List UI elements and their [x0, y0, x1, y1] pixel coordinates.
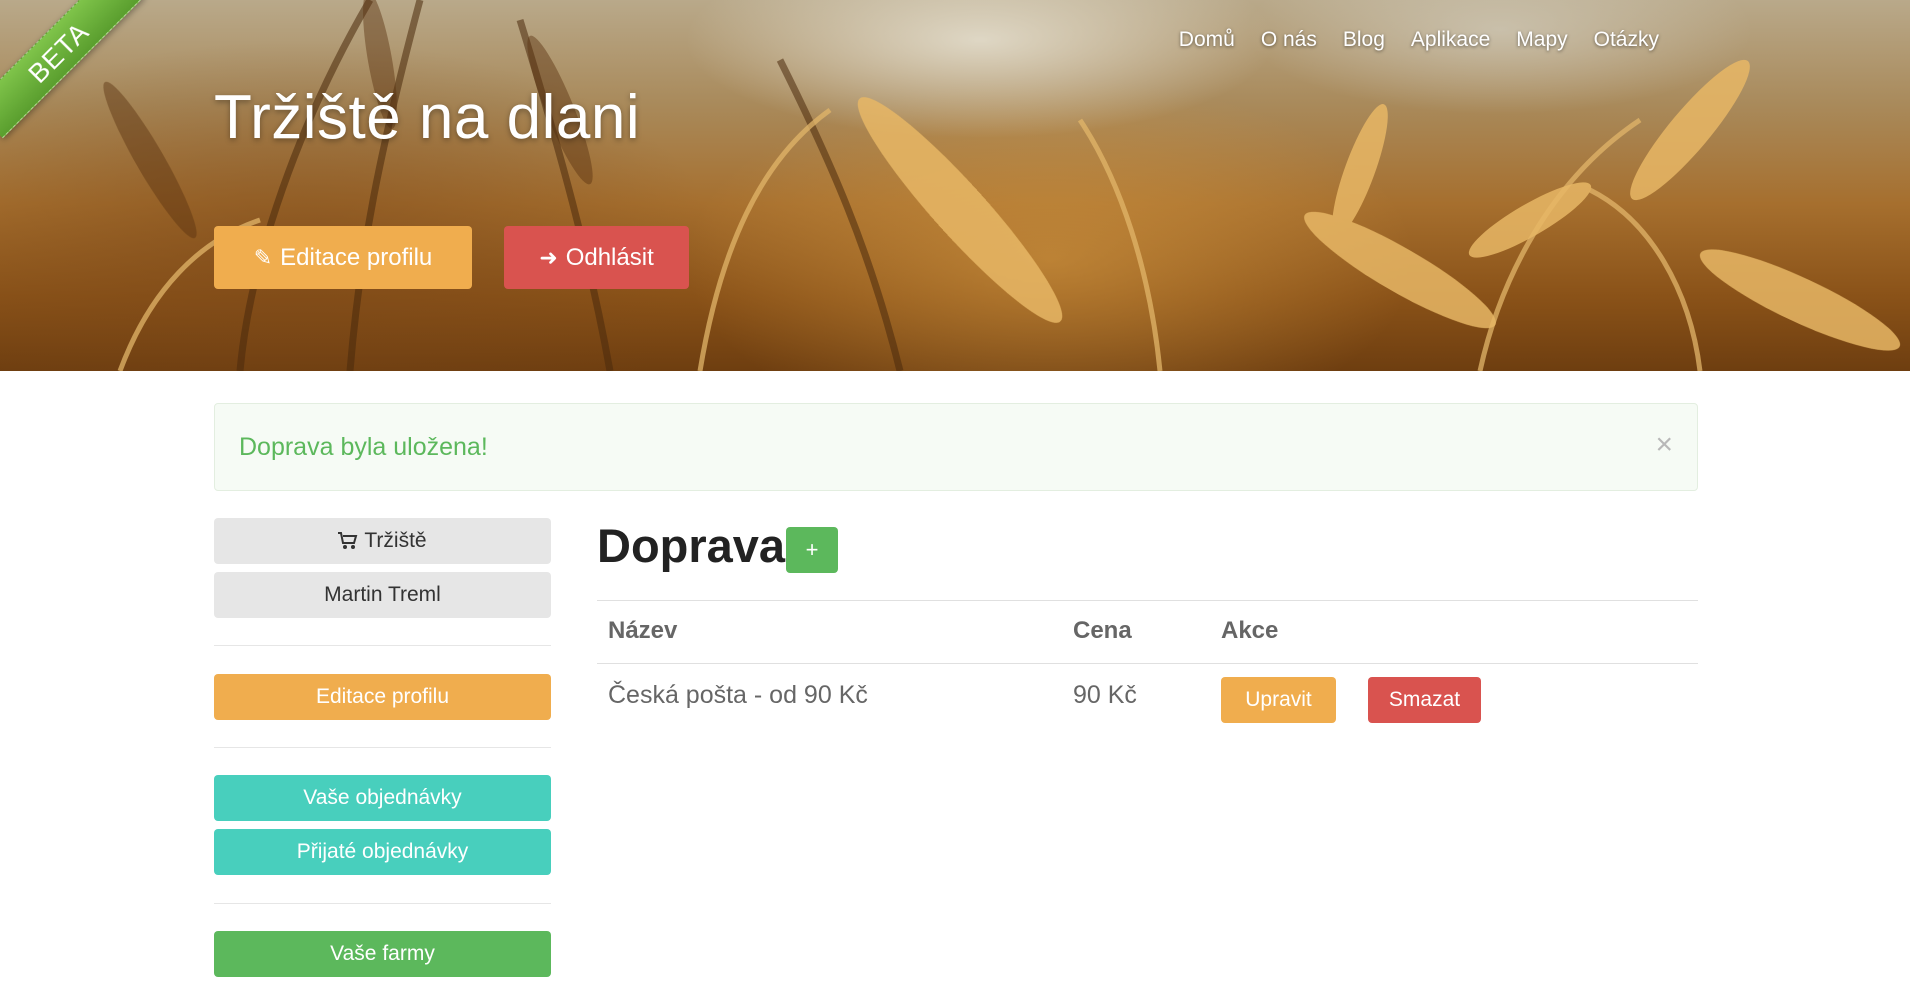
nav-link-aplikace[interactable]: Aplikace [1398, 24, 1503, 56]
logout-label: Odhlásit [565, 243, 654, 271]
page-heading: Doprava [597, 519, 786, 572]
sidebar-divider [214, 645, 551, 646]
alert-message: Doprava byla uložena! [239, 432, 488, 461]
close-icon[interactable]: × [1655, 430, 1673, 460]
nav-link-o-nas[interactable]: O nás [1248, 24, 1330, 56]
edit-icon: ✎ [253, 244, 273, 270]
sidebar-market-label: Tržiště [364, 529, 427, 552]
nav-link-mapy[interactable]: Mapy [1503, 24, 1580, 56]
sidebar-your-orders-button[interactable]: Vaše objednávky [214, 775, 551, 821]
sidebar-divider [214, 747, 551, 748]
edit-profile-label: Editace profilu [280, 243, 433, 271]
add-transport-button[interactable]: + [786, 527, 838, 573]
nav-link-domu[interactable]: Domů [1166, 24, 1248, 56]
column-header-price: Cena [1073, 617, 1132, 644]
sidebar-your-farms-button[interactable]: Vaše farmy [214, 931, 551, 977]
nav-link-otazky[interactable]: Otázky [1581, 24, 1672, 56]
row-name-cell: Česká pošta - od 90 Kč [608, 681, 868, 709]
sidebar-received-orders-button[interactable]: Přijaté objednávky [214, 829, 551, 875]
table-header-border [597, 663, 1698, 664]
sidebar-divider [214, 903, 551, 904]
sidebar-your-farms-label: Vaše farmy [330, 942, 435, 965]
column-header-actions: Akce [1221, 617, 1279, 644]
shopping-cart-icon [338, 532, 358, 549]
sidebar-your-orders-label: Vaše objednávky [303, 786, 462, 809]
sidebar-user-label: Martin Treml [324, 583, 441, 606]
sidebar-received-orders-label: Přijaté objednávky [296, 840, 469, 863]
top-navigation: Domů O nás Blog Aplikace Mapy Otázky [1166, 24, 1672, 56]
column-header-name: Název [608, 617, 678, 644]
edit-profile-button[interactable]: ✎ Editace profilu [214, 226, 472, 289]
delete-row-button[interactable]: Smazat [1368, 677, 1481, 723]
edit-row-button[interactable]: Upravit [1221, 677, 1336, 723]
logout-button[interactable]: ➜ Odhlásit [504, 226, 689, 289]
nav-link-blog[interactable]: Blog [1330, 24, 1398, 56]
sidebar-edit-profile-label: Editace profilu [315, 685, 450, 708]
sidebar-market-button[interactable]: Tržiště [214, 518, 551, 564]
hero-banner: BETA Domů O nás Blog Aplikace Mapy Otázk… [0, 0, 1910, 371]
sidebar-user-button[interactable]: Martin Treml [214, 572, 551, 618]
sign-out-icon: ➜ [539, 244, 558, 270]
sidebar-edit-profile-button[interactable]: Editace profilu [214, 674, 551, 720]
row-price-cell: 90 Kč [1073, 681, 1137, 709]
site-title: Tržiště na dlani [214, 83, 641, 152]
table-top-border [597, 600, 1698, 601]
success-alert: Doprava byla uložena! × [214, 403, 1698, 491]
